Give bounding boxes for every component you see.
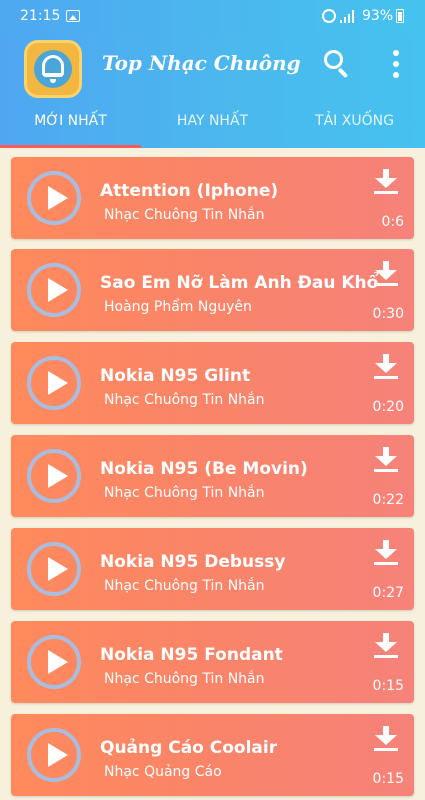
tab-label: HAY NHẤT [176, 113, 249, 129]
download-icon[interactable] [373, 538, 399, 568]
song-card[interactable]: Nokia N95 Glint Nhạc Chuông Tin Nhắn 0:2… [11, 342, 414, 424]
signal-icon [340, 10, 354, 23]
play-icon[interactable] [27, 635, 81, 689]
download-icon[interactable] [373, 445, 399, 475]
song-duration: 0:20 [372, 399, 404, 415]
song-subtitle: Nhạc Chuông Tin Nhắn [104, 207, 265, 223]
tab-label: TẢI XUỐNG [315, 113, 394, 129]
song-card[interactable]: Nokia N95 (Be Movin) Nhạc Chuông Tin Nhắ… [11, 435, 414, 517]
status-time: 21:15 [20, 8, 61, 24]
tab-tai-xuong[interactable]: TẢI XUỐNG [284, 108, 425, 148]
battery-percent: 93% [362, 8, 394, 24]
more-vert-icon[interactable] [390, 50, 402, 78]
song-title: Sao Em Nỡ Làm Anh Đau Khổ [100, 273, 379, 293]
bell-icon [42, 55, 64, 77]
image-notification-icon [66, 10, 80, 22]
song-duration: 0:22 [372, 492, 404, 508]
song-duration: 0:15 [372, 771, 404, 787]
song-duration: 0:30 [372, 306, 404, 322]
app-logo [24, 40, 82, 98]
song-subtitle: Nhạc Chuông Tin Nhắn [104, 671, 265, 687]
song-list[interactable]: Attention (Iphone) Nhạc Chuông Tin Nhắn … [0, 148, 425, 800]
song-title: Nokia N95 (Be Movin) [100, 459, 308, 479]
song-duration: 0:6 [381, 214, 404, 230]
download-icon[interactable] [373, 167, 399, 197]
song-duration: 0:15 [372, 678, 404, 694]
play-icon[interactable] [27, 263, 81, 317]
song-subtitle: Nhạc Chuông Tin Nhắn [104, 485, 265, 501]
song-card[interactable]: Quảng Cáo Coolair Nhạc Quảng Cáo 0:15 [11, 714, 414, 796]
song-card[interactable]: Nokia N95 Debussy Nhạc Chuông Tin Nhắn 0… [11, 528, 414, 610]
app-bar: Top Nhạc Chuông MỚI NHẤT HAY NHẤT TẢI XU… [0, 34, 425, 148]
tab-hay-nhat[interactable]: HAY NHẤT [142, 108, 283, 148]
status-bar: 21:15 93% [0, 0, 425, 34]
tab-label: MỚI NHẤT [34, 113, 107, 129]
song-subtitle: Nhạc Quảng Cáo [104, 764, 222, 780]
download-icon[interactable] [373, 352, 399, 382]
play-icon[interactable] [27, 356, 81, 410]
download-icon[interactable] [373, 724, 399, 754]
song-duration: 0:27 [372, 585, 404, 601]
search-icon[interactable] [324, 50, 350, 79]
song-title: Nokia N95 Glint [100, 366, 251, 386]
song-card[interactable]: Nokia N95 Fondant Nhạc Chuông Tin Nhắn 0… [11, 621, 414, 703]
battery-icon [396, 9, 404, 23]
download-icon[interactable] [373, 259, 399, 289]
app-title: Top Nhạc Chuông [102, 51, 301, 75]
song-title: Nokia N95 Debussy [100, 552, 286, 572]
song-subtitle: Nhạc Chuông Tin Nhắn [104, 392, 265, 408]
play-icon[interactable] [27, 728, 81, 782]
song-card[interactable]: Sao Em Nỡ Làm Anh Đau Khổ Hoàng Phẩm Ngu… [11, 249, 414, 331]
tab-moi-nhat[interactable]: MỚI NHẤT [0, 108, 141, 148]
song-card[interactable]: Attention (Iphone) Nhạc Chuông Tin Nhắn … [11, 157, 414, 239]
play-icon[interactable] [27, 449, 81, 503]
song-title: Quảng Cáo Coolair [100, 738, 278, 758]
alarm-icon [322, 9, 336, 23]
song-subtitle: Hoàng Phẩm Nguyên [104, 299, 252, 315]
song-subtitle: Nhạc Chuông Tin Nhắn [104, 578, 265, 594]
song-title: Attention (Iphone) [100, 181, 279, 201]
play-icon[interactable] [27, 171, 81, 225]
tab-bar: MỚI NHẤT HAY NHẤT TẢI XUỐNG [0, 108, 425, 148]
play-icon[interactable] [27, 542, 81, 596]
download-icon[interactable] [373, 631, 399, 661]
song-title: Nokia N95 Fondant [100, 645, 283, 665]
